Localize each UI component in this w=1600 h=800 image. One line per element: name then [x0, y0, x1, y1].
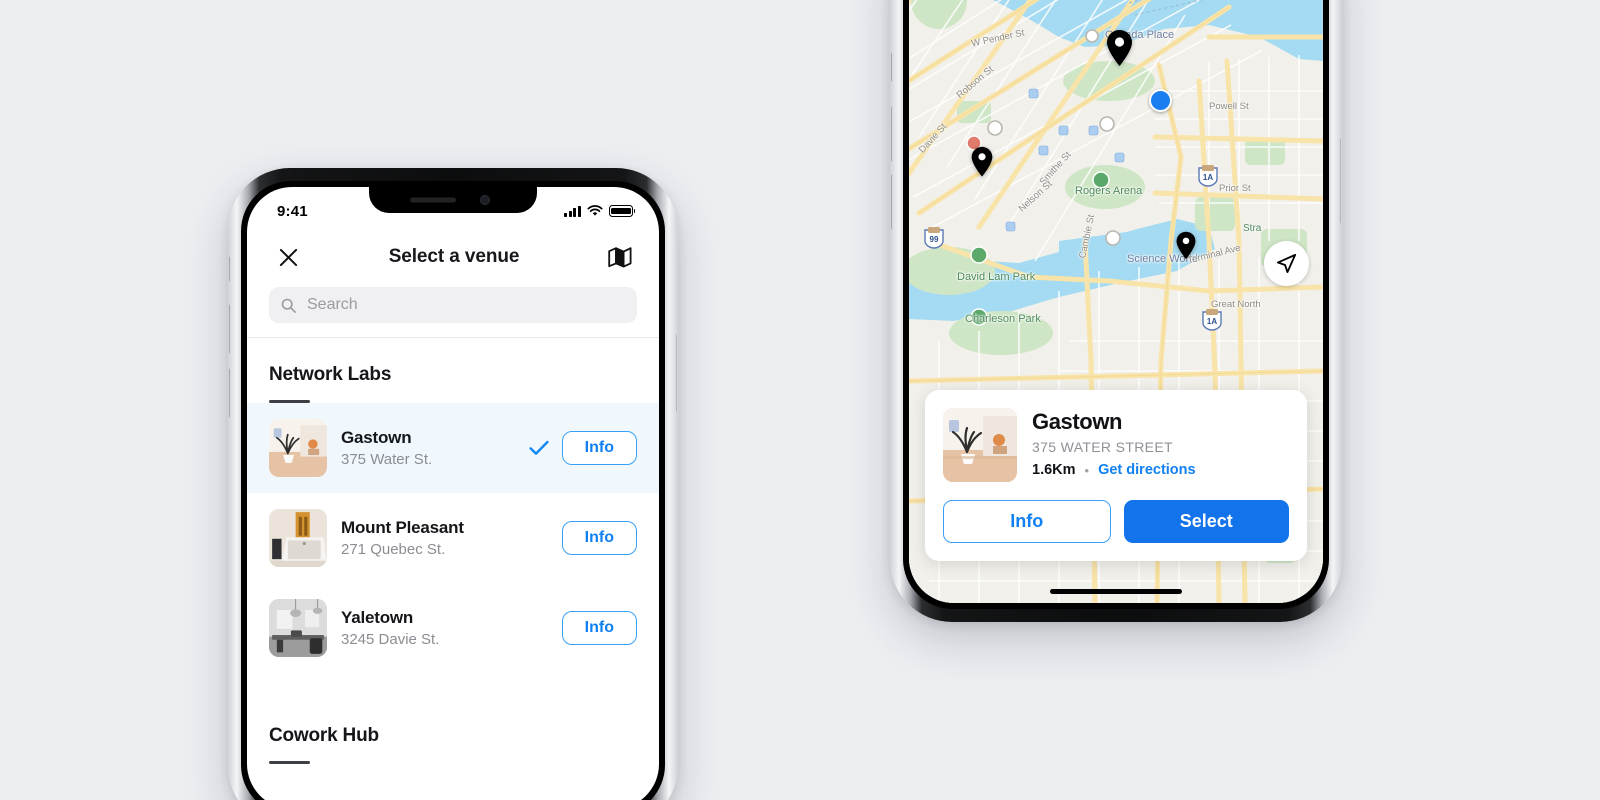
venue-info-button[interactable]: Info: [561, 611, 637, 645]
volume-down-button[interactable]: [228, 368, 230, 418]
page-title: Select a venue: [388, 246, 520, 267]
map-screen: 1A 99 1A Canada Place W Pender St Robson…: [909, 0, 1323, 603]
navigation-arrow-icon: [1276, 253, 1297, 274]
section-title: Cowork Hub: [269, 725, 379, 746]
locate-me-button[interactable]: [1264, 241, 1309, 286]
map-icon: [608, 247, 632, 268]
status-time: 9:41: [277, 202, 308, 220]
phone-device-map: 1A 99 1A Canada Place W Pender St Robson…: [890, 0, 1342, 622]
close-icon: [279, 248, 297, 266]
map-pin-icon[interactable]: [1105, 29, 1134, 67]
notch: [369, 187, 537, 213]
venue-text: Yaletown 3245 Davie St.: [341, 608, 526, 648]
venue-card-address: 375 WATER STREET: [1032, 439, 1173, 455]
earpiece-speaker: [409, 197, 456, 203]
phone-bezel-list: 9:41 Select a venue Search Network Labs …: [241, 181, 665, 800]
search-input[interactable]: [305, 295, 625, 315]
volume-up-button[interactable]: [228, 304, 230, 354]
power-button[interactable]: [676, 334, 678, 412]
volume-down-button[interactable]: [890, 174, 892, 230]
search-field[interactable]: [269, 287, 637, 323]
screenshot-canvas: 1A 99 1A Canada Place W Pender St Robson…: [0, 0, 1600, 800]
home-indicator[interactable]: [1050, 589, 1182, 594]
phone-device-list: 9:41 Select a venue Search Network Labs …: [228, 168, 678, 800]
svg-text:99: 99: [930, 235, 939, 244]
venue-name: Yaletown: [341, 608, 414, 627]
svg-text:1A: 1A: [1203, 173, 1213, 182]
venue-name: Mount Pleasant: [341, 518, 464, 537]
section-header-cowork-hub: Cowork Hub: [247, 673, 659, 764]
venue-name: Gastown: [341, 428, 412, 447]
route-shield-99: 99: [923, 225, 945, 254]
map-pin-icon[interactable]: [970, 146, 994, 178]
route-shield-1a-north: 1A: [1197, 163, 1219, 192]
venue-list-item[interactable]: Mount Pleasant 271 Quebec St. Info: [247, 493, 659, 583]
venue-list-screen: 9:41 Select a venue Search Network Labs …: [247, 187, 659, 800]
venue-card-info: Gastown 375 WATER STREET 1.6Km • Get dir…: [1032, 408, 1289, 482]
map-canvas[interactable]: 1A 99 1A Canada Place W Pender St Robson…: [909, 0, 1323, 603]
svg-text:1A: 1A: [1207, 317, 1217, 326]
section-title: Network Labs: [269, 364, 392, 385]
power-button[interactable]: [1340, 138, 1342, 224]
venue-detail-card: Gastown 375 WATER STREET 1.6Km • Get dir…: [925, 390, 1307, 561]
wifi-icon: [587, 205, 603, 216]
card-select-button[interactable]: Select: [1123, 500, 1289, 543]
venue-info-button[interactable]: Info: [561, 431, 637, 465]
venue-address: 3245 Davie St.: [341, 631, 440, 648]
venue-address: 375 Water St.: [341, 451, 433, 468]
venue-list[interactable]: Network Labs Gastown 375 Water St. Info …: [247, 337, 659, 800]
front-camera: [479, 195, 490, 205]
venue-card-title: Gastown: [1032, 409, 1123, 434]
navigation-bar: Select a venue: [247, 231, 659, 283]
venue-list-item[interactable]: Gastown 375 Water St. Info: [247, 403, 659, 493]
section-header-network-labs: Network Labs: [247, 338, 659, 403]
venue-thumbnail: [269, 419, 327, 477]
get-directions-link[interactable]: Get directions: [1098, 462, 1196, 478]
checkmark-icon: [526, 440, 552, 456]
venue-card-actions: Info Select: [943, 500, 1289, 543]
venue-info-button[interactable]: Info: [561, 521, 637, 555]
venue-card-distance: 1.6Km: [1032, 462, 1076, 478]
mute-switch[interactable]: [890, 52, 892, 82]
signal-bars-icon: [564, 205, 581, 217]
card-info-button[interactable]: Info: [943, 500, 1111, 543]
venue-card-thumbnail: [943, 408, 1017, 482]
venue-text: Mount Pleasant 271 Quebec St.: [341, 518, 526, 558]
status-icons: [564, 205, 633, 217]
volume-up-button[interactable]: [890, 106, 892, 162]
battery-full-icon: [609, 205, 633, 217]
search-container: [247, 283, 659, 337]
section-underline: [269, 761, 310, 764]
search-icon: [281, 298, 296, 313]
venue-card-header: Gastown 375 WATER STREET 1.6Km • Get dir…: [943, 408, 1289, 482]
close-button[interactable]: [273, 242, 303, 272]
map-view-button[interactable]: [605, 242, 635, 272]
route-shield-1a-south: 1A: [1201, 307, 1223, 336]
venue-card-subline: 1.6Km • Get directions: [1032, 462, 1289, 478]
venue-text: Gastown 375 Water St.: [341, 428, 526, 468]
venue-address: 271 Quebec St.: [341, 541, 446, 558]
map-pin-icon[interactable]: [1175, 231, 1197, 261]
venue-thumbnail: [269, 509, 327, 567]
user-location-dot: [1149, 89, 1172, 112]
separator-dot: •: [1084, 462, 1090, 478]
phone-bezel-map: 1A 99 1A Canada Place W Pender St Robson…: [903, 0, 1329, 609]
venue-list-item[interactable]: Yaletown 3245 Davie St. Info: [247, 583, 659, 673]
venue-thumbnail: [269, 599, 327, 657]
mute-switch[interactable]: [228, 256, 230, 282]
